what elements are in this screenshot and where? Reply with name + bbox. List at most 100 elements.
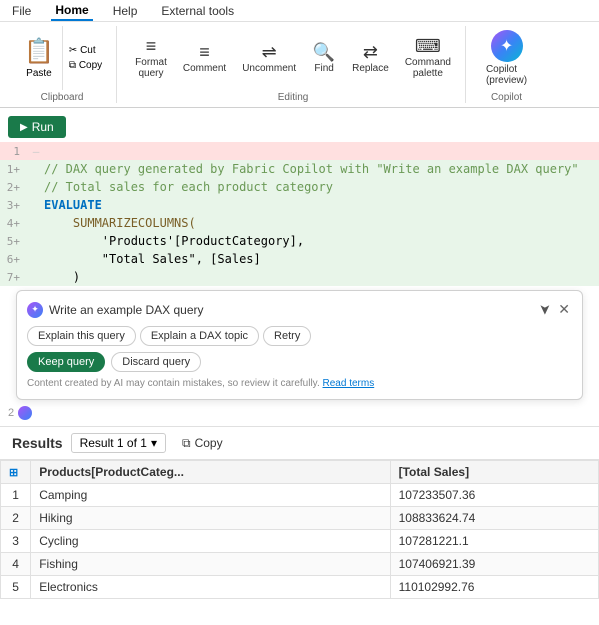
table-row: 3 Cycling 107281221.1	[1, 530, 599, 553]
col-header-icon: ⊞	[1, 461, 31, 484]
menu-file[interactable]: File	[8, 2, 35, 20]
ai-send-button[interactable]: ➤	[539, 301, 551, 318]
row-sales: 107281221.1	[390, 530, 598, 553]
table-row: 2 Hiking 108833624.74	[1, 507, 599, 530]
copilot-icon: ✦	[491, 30, 523, 62]
editor-area: ▶ Run 1 — 1+ // DAX query generated by F…	[0, 108, 599, 427]
table-row: 5 Electronics 110102992.76	[1, 576, 599, 599]
format-query-button[interactable]: ≡ Formatquery	[129, 33, 173, 83]
code-line-6plus: 6+ "Total Sales", [Sales]	[0, 250, 599, 268]
row-num: 2	[1, 507, 31, 530]
col-header-category: Products[ProductCateg...	[31, 461, 390, 484]
ai-close-button[interactable]: ✕	[556, 301, 572, 318]
menu-bar: File Home Help External tools	[0, 0, 599, 22]
results-title: Results	[12, 435, 63, 451]
copilot-button[interactable]: ✦ Copilot(preview)	[478, 26, 535, 90]
row-num: 4	[1, 553, 31, 576]
command-palette-button[interactable]: ⌨ Commandpalette	[399, 33, 457, 83]
chevron-down-icon: ▾	[151, 436, 157, 450]
find-icon: 🔍	[313, 43, 335, 61]
retry-button[interactable]: Retry	[263, 326, 311, 346]
format-icon: ≡	[146, 37, 157, 55]
uncomment-label: Uncomment	[242, 63, 296, 74]
uncomment-icon: ⇌	[262, 43, 277, 61]
ai-disclaimer: Content created by AI may contain mistak…	[27, 378, 572, 389]
cut-button[interactable]: ✂ Cut	[67, 44, 104, 57]
code-line-1plus: 1+ // DAX query generated by Fabric Copi…	[0, 160, 599, 178]
menu-external-tools[interactable]: External tools	[157, 2, 238, 20]
play-icon: ▶	[20, 122, 28, 133]
table-row: 4 Fishing 107406921.39	[1, 553, 599, 576]
col-header-sales: [Total Sales]	[390, 461, 598, 484]
discard-query-button[interactable]: Discard query	[111, 352, 201, 372]
find-label: Find	[314, 63, 333, 74]
replace-button[interactable]: ⇄ Replace	[346, 39, 395, 78]
code-line-5plus: 5+ 'Products'[ProductCategory],	[0, 232, 599, 250]
table-grid-icon: ⊞	[9, 467, 18, 479]
copilot-label: Copilot(preview)	[486, 64, 527, 86]
clipboard-group: 📋 Paste ✂ Cut ⧉ Copy Clipboard	[8, 26, 117, 103]
row-category: Fishing	[31, 553, 390, 576]
run-label: Run	[32, 120, 54, 134]
run-button[interactable]: ▶ Run	[8, 116, 66, 138]
paste-label: Paste	[26, 68, 52, 79]
clipboard-group-label: Clipboard	[41, 90, 84, 103]
paste-button[interactable]: 📋 Paste	[16, 26, 63, 90]
ai-popup: ✦ Write an example DAX query ➤ ✕ Explain…	[16, 290, 583, 400]
editing-group-label: Editing	[278, 90, 309, 103]
row-num: 1	[1, 484, 31, 507]
format-label: Formatquery	[135, 57, 167, 79]
find-button[interactable]: 🔍 Find	[306, 39, 342, 78]
copy-icon: ⧉	[182, 436, 191, 451]
copilot-small-icon	[18, 406, 32, 420]
row-category: Cycling	[31, 530, 390, 553]
editing-group: ≡ Formatquery ≡ Comment ⇌ Uncomment 🔍 Fi…	[121, 26, 466, 103]
code-line-2plus: 2+ // Total sales for each product categ…	[0, 178, 599, 196]
ai-popup-actions: Explain this query Explain a DAX topic R…	[27, 326, 572, 346]
row-sales: 110102992.76	[390, 576, 598, 599]
cut-icon: ✂	[69, 45, 77, 56]
copy-results-button[interactable]: ⧉ Copy	[182, 436, 223, 451]
table-row: 1 Camping 107233507.36	[1, 484, 599, 507]
row-num: 3	[1, 530, 31, 553]
copilot-group: ✦ Copilot(preview) Copilot	[470, 26, 543, 103]
results-table: ⊞ Products[ProductCateg... [Total Sales]…	[0, 460, 599, 599]
row-sales: 107233507.36	[390, 484, 598, 507]
comment-label: Comment	[183, 63, 226, 74]
command-label: Commandpalette	[405, 57, 451, 79]
replace-label: Replace	[352, 63, 389, 74]
code-editor[interactable]: 1 — 1+ // DAX query generated by Fabric …	[0, 142, 599, 286]
explain-dax-button[interactable]: Explain a DAX topic	[140, 326, 259, 346]
paste-icon: 📋	[24, 37, 54, 66]
copy-icon: ⧉	[69, 60, 76, 71]
code-line-1: 1 —	[0, 142, 599, 160]
ai-popup-header: ✦ Write an example DAX query ➤ ✕	[27, 301, 572, 318]
replace-icon: ⇄	[363, 43, 378, 61]
code-line-7plus: 7+ )	[0, 268, 599, 286]
line2-area: 2	[0, 404, 599, 422]
keep-query-button[interactable]: Keep query	[27, 352, 105, 372]
code-line-4plus: 4+ SUMMARIZECOLUMNS(	[0, 214, 599, 232]
command-icon: ⌨	[415, 37, 441, 55]
code-line-3plus: 3+ EVALUATE	[0, 196, 599, 214]
send-icon: ➤	[536, 304, 553, 316]
row-category: Camping	[31, 484, 390, 507]
comment-icon: ≡	[199, 43, 210, 61]
row-sales: 108833624.74	[390, 507, 598, 530]
explain-query-button[interactable]: Explain this query	[27, 326, 136, 346]
menu-home[interactable]: Home	[51, 1, 92, 21]
copy-button[interactable]: ⧉ Copy	[67, 59, 104, 72]
read-terms-link[interactable]: Read terms	[323, 378, 375, 389]
results-dropdown[interactable]: Result 1 of 1 ▾	[71, 433, 166, 453]
ribbon: 📋 Paste ✂ Cut ⧉ Copy Clipboard ≡ Formatq…	[0, 22, 599, 108]
result-label: Result 1 of 1	[80, 436, 147, 450]
row-num: 5	[1, 576, 31, 599]
uncomment-button[interactable]: ⇌ Uncomment	[236, 39, 302, 78]
ai-query-text: Write an example DAX query	[49, 303, 533, 317]
comment-button[interactable]: ≡ Comment	[177, 39, 232, 78]
results-header: Results Result 1 of 1 ▾ ⧉ Copy	[0, 427, 599, 460]
menu-help[interactable]: Help	[109, 2, 142, 20]
copilot-group-label: Copilot	[491, 90, 522, 103]
ai-copilot-icon: ✦	[27, 302, 43, 318]
row-category: Electronics	[31, 576, 390, 599]
